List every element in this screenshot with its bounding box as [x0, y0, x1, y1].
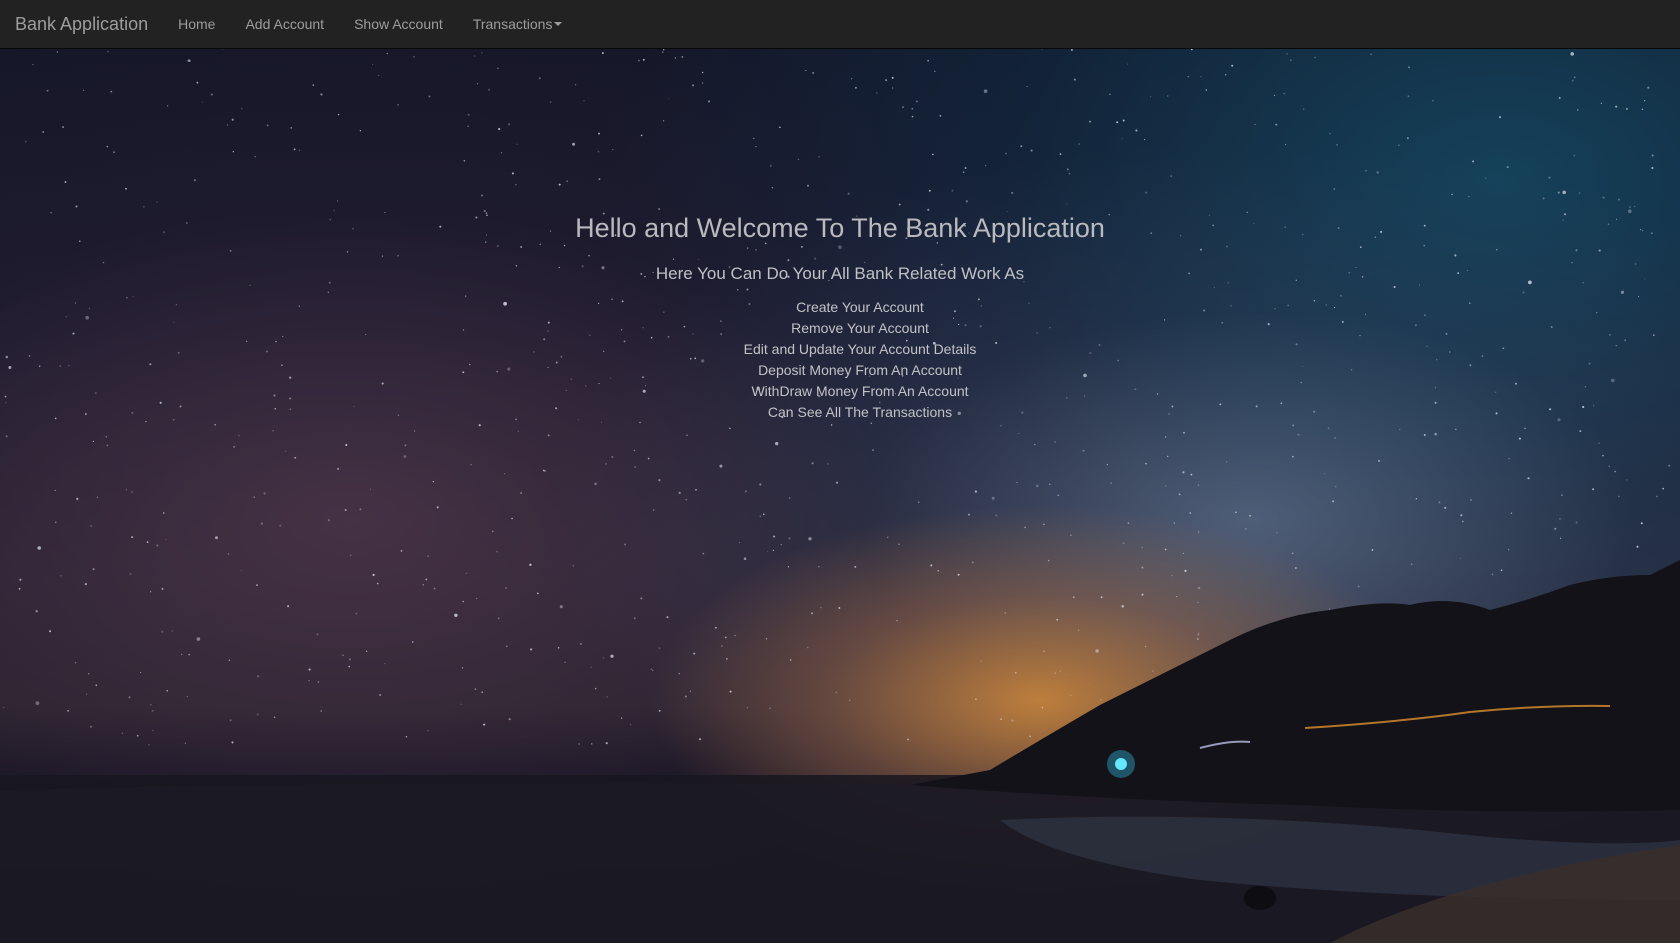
nav-home-link[interactable]: Home: [163, 0, 230, 49]
page-subtitle: Here You Can Do Your All Bank Related Wo…: [655, 264, 1025, 283]
nav-show-account-link[interactable]: Show Account: [339, 0, 458, 49]
nav-transactions-dropdown[interactable]: Transactions: [458, 0, 578, 49]
feature-item: Create Your Account: [796, 299, 924, 315]
feature-item: Can See All The Transactions: [767, 404, 953, 420]
feature-item: Edit and Update Your Account Details: [743, 341, 977, 357]
page-title: Hello and Welcome To The Bank Applicatio…: [575, 213, 1105, 243]
mountain-silhouette: [0, 560, 1680, 943]
feature-item: WithDraw Money From An Account: [751, 383, 969, 399]
top-navbar: Bank Application Home Add Account Show A…: [0, 0, 1680, 49]
caret-down-icon: [554, 22, 563, 26]
background-image: [0, 0, 1680, 943]
nav-transactions-label: Transactions: [472, 15, 553, 32]
feature-list: Create Your Account Remove Your Account …: [0, 297, 1680, 423]
nav-add-account-link[interactable]: Add Account: [230, 0, 339, 49]
feature-item: Remove Your Account: [791, 320, 929, 336]
brand-link[interactable]: Bank Application: [0, 0, 163, 49]
feature-item: Deposit Money From An Account: [758, 362, 962, 378]
